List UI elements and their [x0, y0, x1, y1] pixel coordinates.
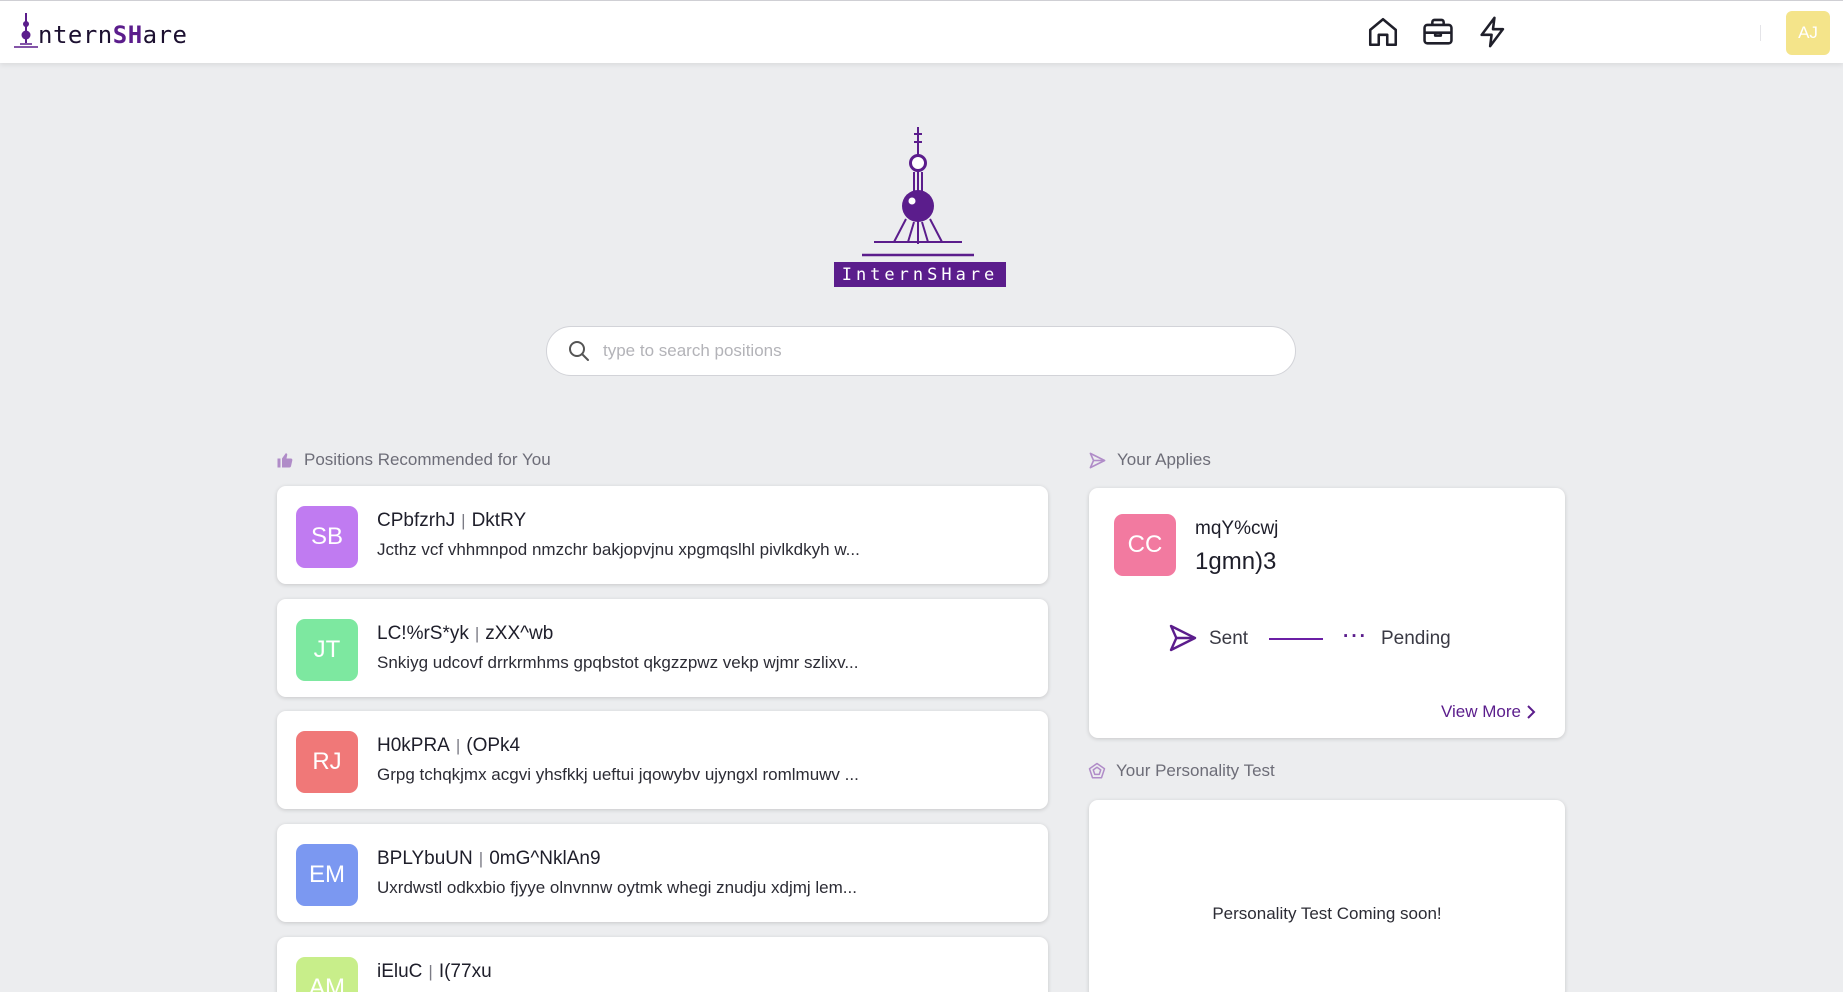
send-icon — [1089, 452, 1106, 468]
company-avatar: RJ — [296, 731, 358, 793]
pentagon-icon — [1088, 762, 1106, 779]
position-title: H0kPRA | (OPk4 — [377, 735, 521, 756]
status-pending: Pending — [1381, 628, 1451, 649]
search-input[interactable] — [603, 341, 1243, 361]
position-card[interactable]: JT LC!%rS*yk | zXX^wb Snkiyg udcovf drrkrm… — [277, 599, 1048, 697]
chevron-right-icon — [1527, 705, 1536, 719]
application-company: mqY%cwj — [1195, 518, 1279, 539]
application-position: 1gmn)3 — [1195, 548, 1277, 575]
position-title: LC!%rS*yk | zXX^wb — [377, 623, 554, 644]
company-avatar: SB — [296, 506, 358, 568]
position-description: Snkiyg udcovf drrkrmhms gpqbstot qkgzzpw… — [377, 653, 859, 672]
nav-divider — [1760, 25, 1761, 41]
thumbs-up-icon — [277, 453, 293, 468]
ellipsis-icon: ··· — [1343, 626, 1368, 647]
company-avatar: JT — [296, 619, 358, 681]
company-avatar: EM — [296, 844, 358, 906]
position-title: iEluC | I(77xu — [377, 961, 492, 982]
personality-section-title: Your Personality Test — [1088, 761, 1275, 781]
user-avatar[interactable]: AJ — [1786, 11, 1830, 55]
search-bar[interactable] — [546, 326, 1296, 376]
brand-logo[interactable]: nternSHare — [14, 13, 188, 49]
position-card[interactable]: EM BPLYbuUN | 0mG^NklAn9 Uxrdwstl odkxbio … — [277, 824, 1048, 922]
send-icon — [1169, 624, 1197, 652]
search-icon — [569, 341, 589, 361]
applies-section-title: Your Applies — [1088, 450, 1211, 470]
view-more-link[interactable]: View More — [1441, 702, 1537, 722]
position-description: Jcthz vcf vhhmnpod nmzchr bakjopvjnu xpg… — [377, 540, 860, 559]
position-card[interactable]: RJ H0kPRA | (OPk4 Grpg tchqkjmx acgvi yhsf… — [277, 711, 1048, 809]
home-icon[interactable] — [1366, 15, 1400, 49]
position-title: CPbfzrhJ | DktRY — [377, 510, 527, 531]
position-title: BPLYbuUN | 0mG^NklAn9 — [377, 848, 601, 869]
status-connector — [1269, 638, 1323, 640]
briefcase-icon[interactable] — [1421, 15, 1455, 49]
personality-test-card: Personality Test Coming soon! — [1089, 800, 1565, 992]
top-navbar: nternSHare AJ — [0, 0, 1843, 63]
position-card[interactable]: AM iEluC | I(77xu — [277, 937, 1048, 992]
company-avatar: CC — [1114, 514, 1176, 576]
position-description: Grpg tchqkjmx acgvi yhsfkkj ueftui jqowy… — [377, 765, 859, 784]
status-sent: Sent — [1209, 628, 1249, 649]
application-card[interactable]: CC mqY%cwj 1gmn)3 Sent ··· Pending View … — [1089, 488, 1565, 738]
hero-logo-text: InternSHare — [842, 265, 999, 285]
position-card[interactable]: SB CPbfzrhJ | DktRY Jcthz vcf vhhmnpod nmz… — [277, 486, 1048, 584]
brand-name: nternSHare — [38, 21, 188, 49]
personality-test-message: Personality Test Coming soon! — [1212, 904, 1442, 923]
company-avatar: AM — [296, 957, 358, 992]
recommended-section-title: Positions Recommended for You — [276, 450, 551, 470]
tower-logo-icon — [14, 13, 38, 48]
position-description: Uxrdwstl odkxbio fjyye olnvnnw oytmk whe… — [377, 878, 857, 897]
lightning-icon[interactable] — [1476, 15, 1510, 49]
hero-tower-logo-icon: InternSHare — [834, 127, 1006, 287]
